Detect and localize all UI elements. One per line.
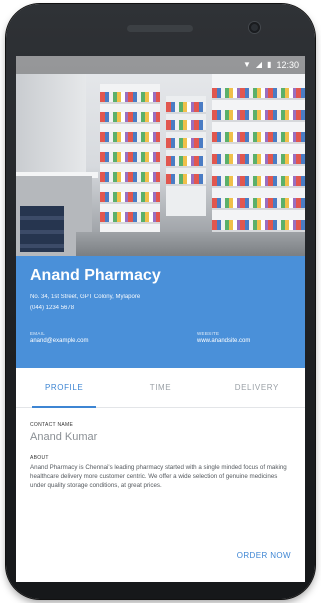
order-now-button[interactable]: ORDER NOW bbox=[237, 551, 291, 560]
wifi-icon: ▼ bbox=[242, 60, 251, 69]
shelf-row bbox=[166, 174, 206, 186]
signal-icon: ◢ bbox=[255, 60, 263, 69]
shelf-row bbox=[212, 220, 305, 232]
pharmacy-info-band: Anand Pharmacy No. 34, 1st Street, GPT C… bbox=[16, 256, 305, 368]
tab-bar: PROFILE TIME DELIVERY bbox=[16, 368, 305, 408]
shelf-row bbox=[212, 132, 305, 144]
shelf-row bbox=[100, 192, 160, 204]
hero-shelf-left bbox=[100, 84, 160, 256]
shelf-row bbox=[100, 212, 160, 224]
shelf-row bbox=[100, 132, 160, 144]
email-caption: EMAIL bbox=[30, 331, 46, 336]
battery-icon: ▮ bbox=[267, 60, 272, 69]
profile-panel: CONTACT NAME Anand Kumar ABOUT Anand Pha… bbox=[16, 408, 305, 491]
about-label: ABOUT bbox=[30, 455, 49, 461]
about-text: Anand Pharmacy is Chennai's leading phar… bbox=[30, 464, 287, 490]
tab-time[interactable]: TIME bbox=[112, 368, 208, 407]
shelf-row bbox=[166, 120, 206, 132]
shelf-row bbox=[100, 172, 160, 184]
shelf-row bbox=[166, 138, 206, 150]
shelf-row bbox=[166, 102, 206, 114]
shelf-row bbox=[212, 110, 305, 122]
pharmacy-hero-image: ▼ ◢ ▮ 12:30 bbox=[16, 56, 305, 256]
hero-shelf-middle bbox=[166, 96, 206, 216]
contact-name-value: Anand Kumar bbox=[30, 431, 98, 443]
status-bar: ▼ ◢ ▮ 12:30 bbox=[16, 56, 305, 74]
hero-shelf-right bbox=[212, 74, 305, 256]
email-link[interactable]: anand@example.com bbox=[30, 337, 160, 346]
tab-profile[interactable]: PROFILE bbox=[16, 368, 112, 408]
status-time: 12:30 bbox=[276, 60, 299, 70]
website-caption: WEBSITE bbox=[197, 331, 220, 336]
hero-boxes bbox=[20, 206, 64, 252]
speaker-grille bbox=[127, 25, 193, 32]
shelf-row bbox=[212, 198, 305, 210]
pharmacy-address: No. 34, 1st Street, GPT Colony, Mylapore bbox=[30, 294, 141, 300]
website-link[interactable]: www.anandsite.com bbox=[197, 337, 293, 346]
website-block: WEBSITE www.anandsite.com bbox=[197, 330, 293, 346]
hero-floor bbox=[76, 232, 305, 256]
phone-top-bezel bbox=[6, 4, 315, 56]
contact-details: EMAIL anand@example.com WEBSITE www.anan… bbox=[30, 330, 293, 346]
shelf-row bbox=[100, 92, 160, 104]
pharmacy-phone[interactable]: (044) 1234 5678 bbox=[30, 304, 293, 313]
email-block: EMAIL anand@example.com bbox=[30, 330, 160, 346]
shelf-row bbox=[212, 154, 305, 166]
shelf-row bbox=[100, 152, 160, 164]
contact-name-label: CONTACT NAME bbox=[30, 422, 74, 428]
front-camera bbox=[249, 22, 260, 33]
phone-frame: ▼ ◢ ▮ 12:30 Anand Pharmacy No. 34, 1st S… bbox=[6, 4, 315, 599]
shelf-row bbox=[100, 112, 160, 124]
pharmacy-name: Anand Pharmacy bbox=[30, 267, 161, 284]
shelf-row bbox=[166, 156, 206, 168]
stage: ▼ ◢ ▮ 12:30 Anand Pharmacy No. 34, 1st S… bbox=[0, 0, 321, 603]
shelf-row bbox=[212, 176, 305, 188]
phone-bottom-bezel bbox=[6, 582, 315, 599]
tab-delivery[interactable]: DELIVERY bbox=[209, 368, 305, 407]
shelf-row bbox=[212, 88, 305, 100]
app-screen: ▼ ◢ ▮ 12:30 Anand Pharmacy No. 34, 1st S… bbox=[16, 56, 305, 582]
